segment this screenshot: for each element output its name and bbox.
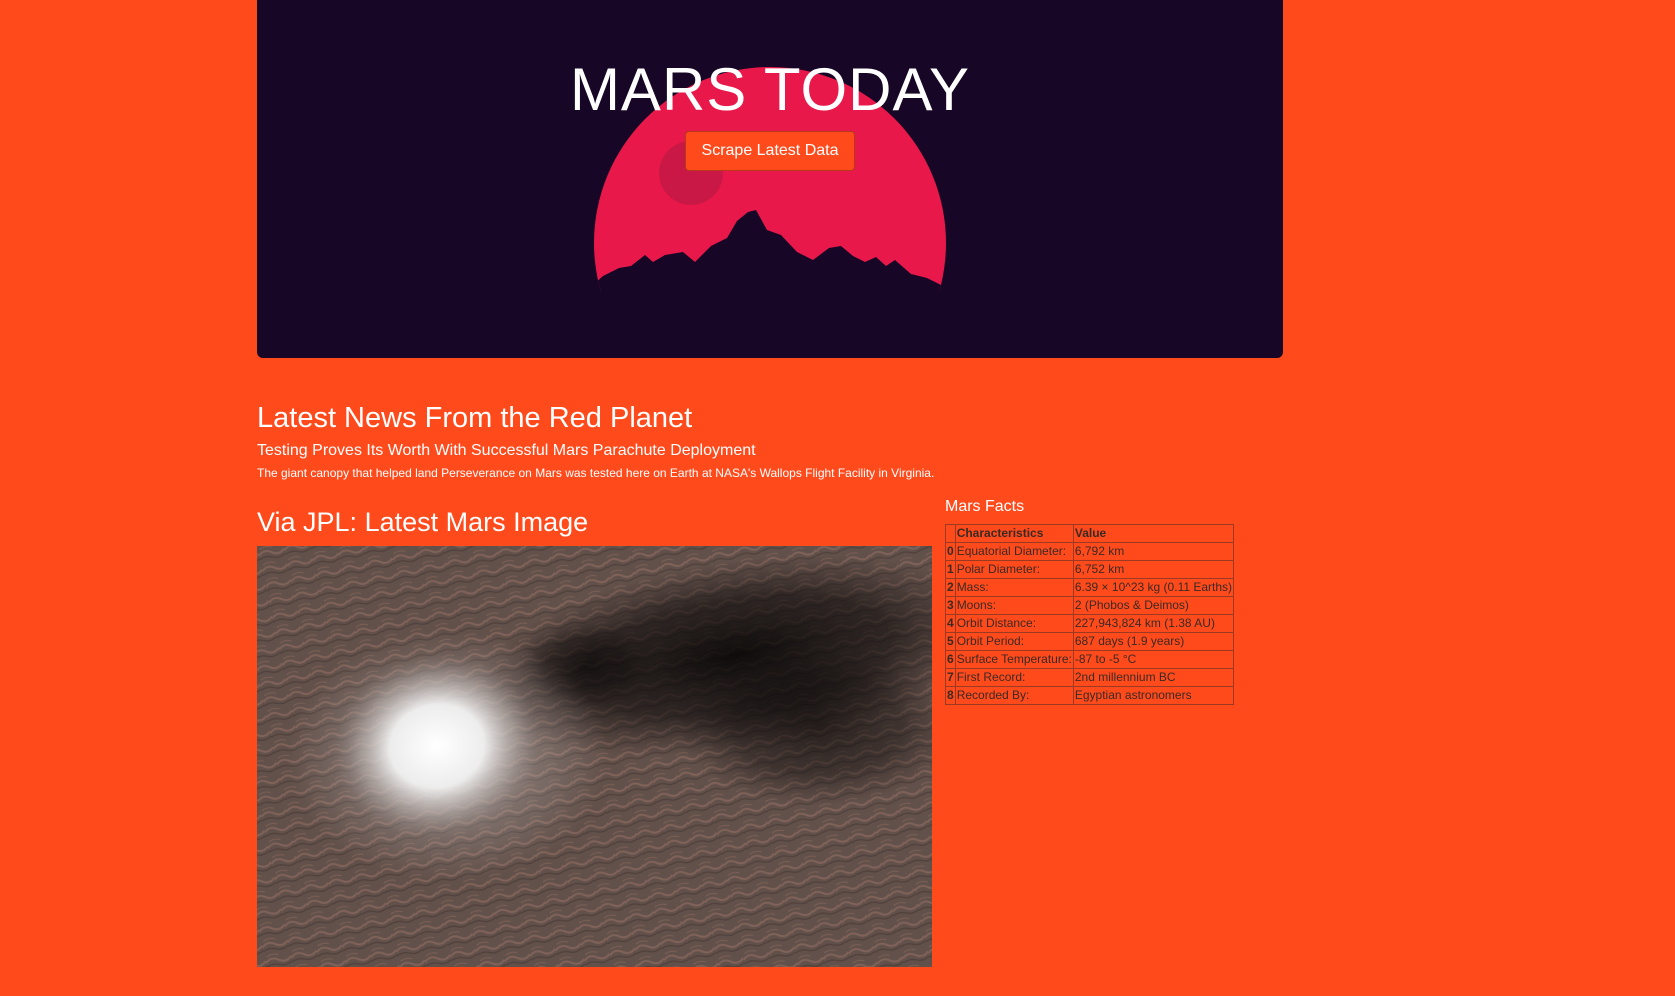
table-row: 7 First Record: 2nd millennium BC (945, 668, 1235, 687)
row-index: 3 (945, 596, 956, 615)
row-characteristic: Moons: (954, 596, 1074, 615)
row-index: 4 (945, 614, 956, 633)
table-row: 3 Moons: 2 (Phobos & Deimos) (945, 596, 1235, 615)
table-row: 4 Orbit Distance: 227,943,824 km (1.38 A… (945, 614, 1235, 633)
row-characteristic: Surface Temperature: (954, 650, 1074, 669)
table-header-row: Characteristics Value (945, 524, 1235, 543)
row-characteristic: Orbit Distance: (954, 614, 1074, 633)
row-index: 6 (945, 650, 956, 669)
row-characteristic: Mass: (954, 578, 1074, 597)
row-index: 5 (945, 632, 956, 651)
row-characteristic: Orbit Period: (954, 632, 1074, 651)
row-index: 8 (945, 686, 956, 705)
page-container: MARS TODAY Scrape Latest Data Latest New… (257, 0, 1283, 967)
row-value: 2 (Phobos & Deimos) (1072, 596, 1235, 615)
row-index: 1 (945, 560, 956, 579)
page-title: MARS TODAY (569, 56, 971, 123)
scrape-data-button[interactable]: Scrape Latest Data (685, 131, 855, 171)
news-section: Latest News From the Red Planet Testing … (257, 398, 1283, 482)
row-characteristic: Recorded By: (954, 686, 1074, 705)
row-value: -87 to -5 °C (1072, 650, 1235, 669)
row-index: 0 (945, 542, 956, 561)
news-title: Testing Proves Its Worth With Successful… (257, 442, 756, 459)
news-teaser: The giant canopy that helped land Persev… (257, 466, 935, 480)
row-value: 6,792 km (1072, 542, 1235, 561)
mars-facts-section: Mars Facts Characteristics Value 0 Equat… (945, 496, 1255, 705)
row-value: 687 days (1.9 years) (1072, 632, 1235, 651)
column-header-value: Value (1072, 524, 1235, 543)
row-index: 2 (945, 578, 956, 597)
table-row: 0 Equatorial Diameter: 6,792 km (945, 542, 1235, 561)
header-jumbotron: MARS TODAY Scrape Latest Data (257, 0, 1283, 358)
column-header-characteristics: Characteristics (954, 524, 1074, 543)
featured-image-section: Via JPL: Latest Mars Image (257, 503, 933, 967)
table-row: 1 Polar Diameter: 6,752 km (945, 560, 1235, 579)
row-value: Egyptian astronomers (1072, 686, 1235, 705)
table-row: 5 Orbit Period: 687 days (1.9 years) (945, 632, 1235, 651)
mars-facts-heading: Mars Facts (945, 498, 1025, 515)
row-value: 6.39 × 10^23 kg (0.11 Earths) (1072, 578, 1235, 597)
row-characteristic: Equatorial Diameter: (954, 542, 1074, 561)
table-row: 6 Surface Temperature: -87 to -5 °C (945, 650, 1235, 669)
news-heading: Latest News From the Red Planet (257, 402, 693, 434)
row-characteristic: First Record: (954, 668, 1074, 687)
table-row: 8 Recorded By: Egyptian astronomers (945, 686, 1235, 705)
row-index: 7 (945, 668, 956, 687)
featured-mars-image (257, 546, 932, 967)
column-header-index (945, 524, 956, 543)
mars-facts-table: Characteristics Value 0 Equatorial Diame… (945, 524, 1235, 705)
row-value: 6,752 km (1072, 560, 1235, 579)
row-value: 2nd millennium BC (1072, 668, 1235, 687)
featured-image-heading: Via JPL: Latest Mars Image (257, 507, 589, 537)
row-characteristic: Polar Diameter: (954, 560, 1074, 579)
table-row: 2 Mass: 6.39 × 10^23 kg (0.11 Earths) (945, 578, 1235, 597)
row-value: 227,943,824 km (1.38 AU) (1072, 614, 1235, 633)
